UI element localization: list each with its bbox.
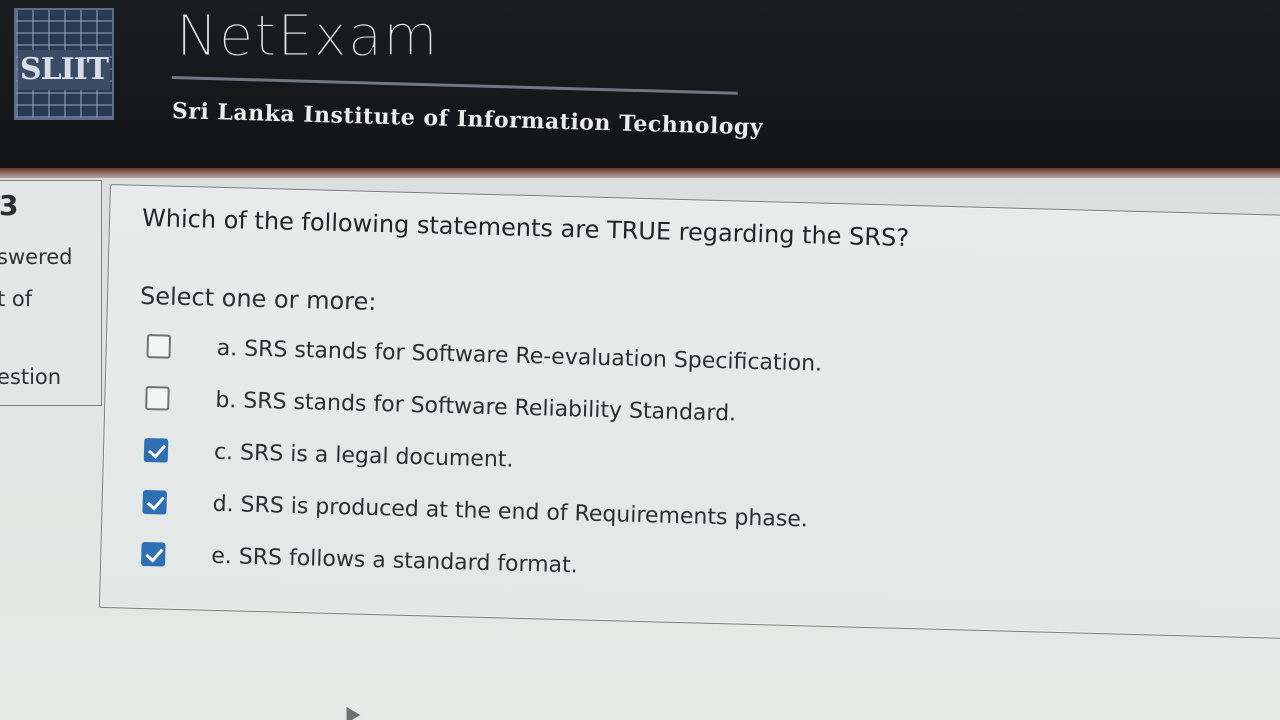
answer-option-b[interactable]: b. SRS stands for Software Reliability S…	[145, 378, 946, 439]
site-header: SLIIT NetExam Sri Lanka Institute of Inf…	[0, 0, 1280, 178]
answer-option-a[interactable]: a. SRS stands for Software Re-evaluation…	[146, 326, 947, 387]
answer-option-d[interactable]: d. SRS is produced at the end of Require…	[142, 482, 943, 543]
option-label-d: d. SRS is produced at the end of Require…	[212, 491, 809, 532]
flag-question-text[interactable]: estion	[0, 365, 61, 389]
institute-name: Sri Lanka Institute of Information Techn…	[171, 98, 764, 141]
option-label-c: c. SRS is a legal document.	[213, 439, 514, 473]
option-label-e: e. SRS follows a standard format.	[210, 543, 579, 578]
select-prompt: Select one or more:	[139, 281, 377, 317]
sliit-logo[interactable]: SLIIT	[14, 8, 114, 120]
option-label-b: b. SRS stands for Software Reliability S…	[215, 387, 737, 426]
page: SLIIT NetExam Sri Lanka Institute of Inf…	[0, 0, 1280, 720]
question-status-text: swered	[0, 245, 73, 269]
answer-option-c[interactable]: c. SRS is a legal document.	[143, 430, 945, 491]
checkbox-b[interactable]	[145, 386, 170, 411]
question-number: 3	[0, 189, 19, 222]
mouse-cursor-icon	[339, 702, 361, 720]
title-divider	[171, 76, 738, 95]
question-card: Which of the following statements are TR…	[98, 184, 1280, 640]
question-info-panel: 3 swered t of estion	[0, 180, 102, 406]
app-title: NetExam	[176, 4, 439, 70]
answer-option-e[interactable]: e. SRS follows a standard format.	[141, 534, 942, 595]
logo-text: SLIIT	[18, 50, 110, 90]
question-text: Which of the following statements are TR…	[141, 203, 910, 252]
checkbox-d[interactable]	[142, 489, 167, 515]
checkbox-c[interactable]	[143, 437, 169, 463]
option-label-a: a. SRS stands for Software Re-evaluation…	[216, 335, 823, 377]
checkbox-a[interactable]	[146, 334, 172, 359]
checkbox-e[interactable]	[141, 541, 166, 567]
question-marks-text: t of	[0, 287, 33, 311]
